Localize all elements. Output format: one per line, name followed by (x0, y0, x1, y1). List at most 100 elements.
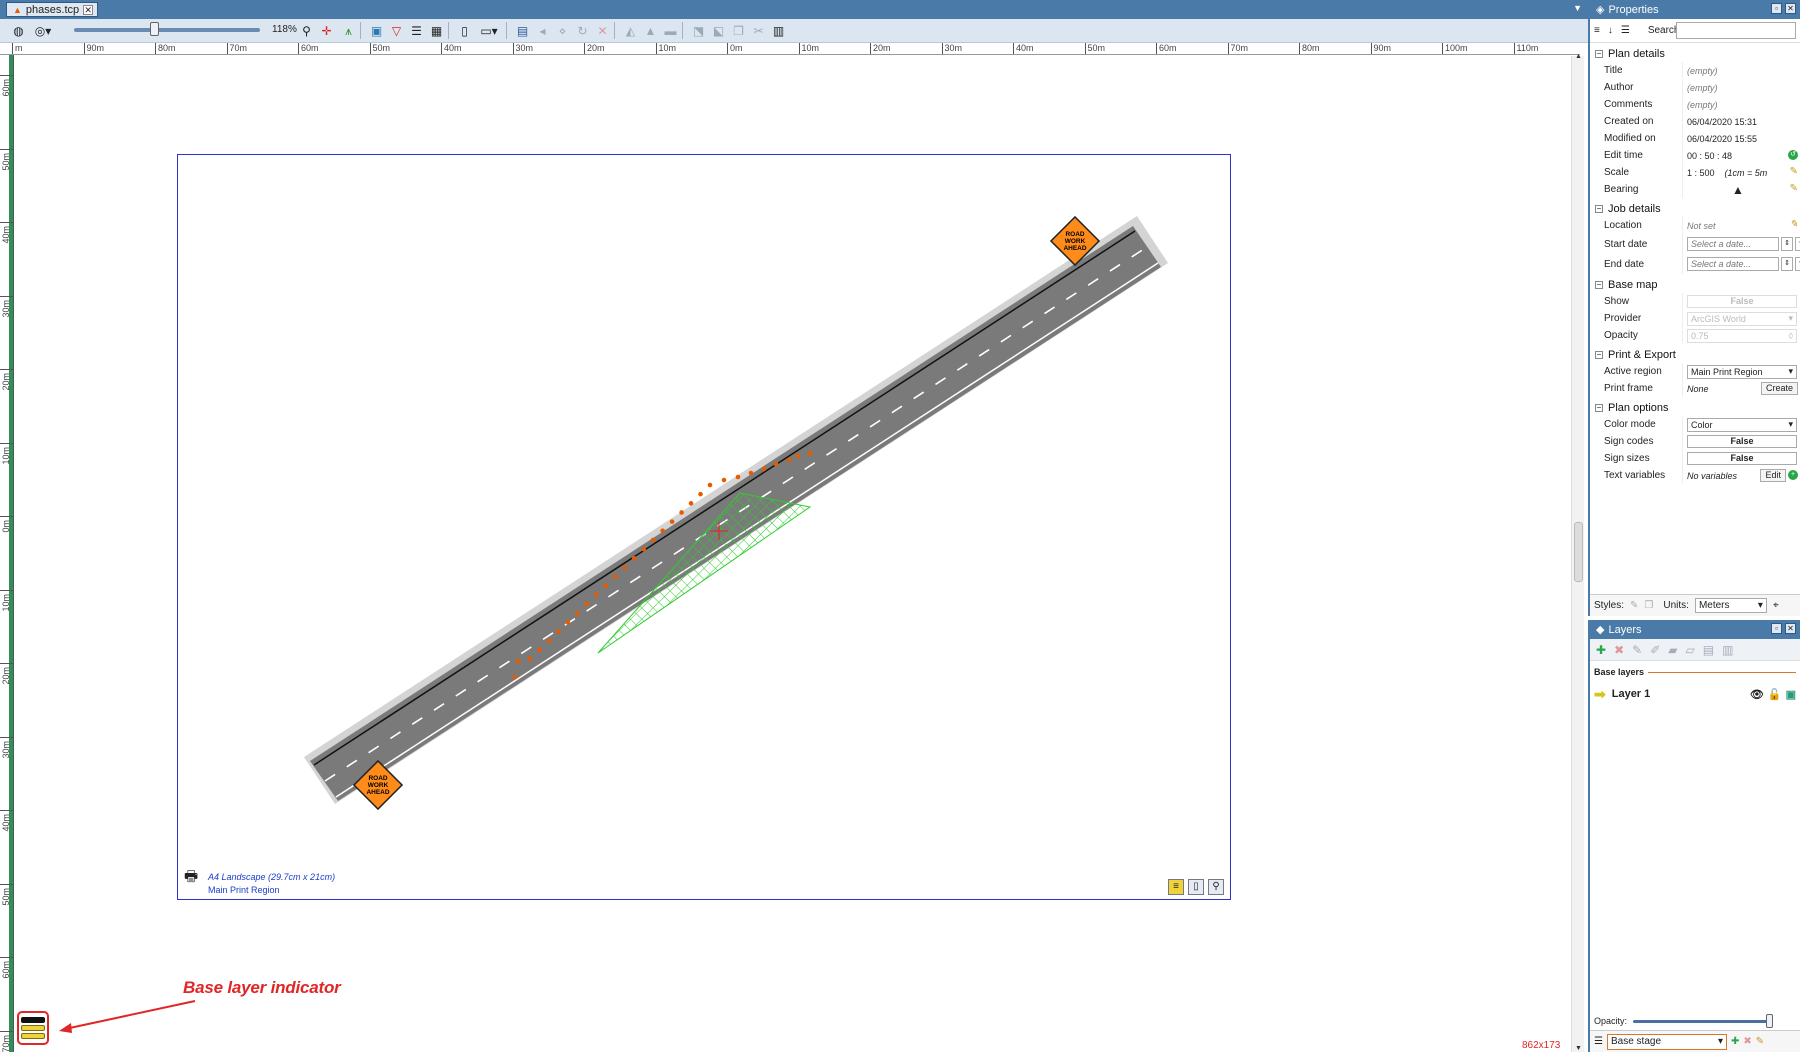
start-date-input[interactable]: Select a date... (1687, 237, 1779, 251)
brush-icon[interactable]: ✎ (1630, 600, 1638, 611)
search-input[interactable] (1676, 22, 1796, 39)
traffic-cone[interactable] (735, 474, 741, 480)
add-stage-icon[interactable]: ✚ (1731, 1036, 1739, 1047)
traffic-cone[interactable] (575, 610, 580, 616)
reset-icon[interactable]: ↺ (1788, 150, 1798, 160)
scroll-down-icon[interactable]: ▼ (1575, 1045, 1582, 1052)
filter-icon[interactable]: ▽ (388, 22, 405, 39)
zoom-slider-thumb[interactable] (150, 22, 159, 36)
printer-icon[interactable]: 🖶 (184, 866, 198, 891)
insert-icon[interactable]: ▤ (514, 22, 531, 39)
copy-icon[interactable]: ❐ (730, 22, 747, 39)
end-date-input[interactable]: Select a date... (1687, 257, 1779, 271)
traffic-cone[interactable] (773, 461, 779, 467)
measure-icon[interactable]: ⌖ (1773, 600, 1779, 611)
edit-pencil-icon[interactable]: ✎ (1790, 166, 1798, 177)
page-zoom-icon[interactable]: ⚲ (1208, 879, 1224, 895)
redo-icon[interactable]: ↻ (574, 22, 591, 39)
create-button[interactable]: Create (1760, 382, 1798, 395)
dropdown-icon[interactable]: ▾ (1795, 257, 1800, 271)
list-icon[interactable]: ☰ (408, 22, 425, 39)
prop-active-region[interactable]: Active region Main Print Region ▾ (1590, 363, 1800, 380)
traffic-cone[interactable] (679, 510, 684, 515)
section-base-map[interactable]: − Base map (1590, 276, 1800, 293)
page-icon[interactable]: ▯ (456, 22, 473, 39)
traffic-cone[interactable] (556, 629, 561, 634)
float-icon[interactable]: ▫ (1771, 623, 1782, 634)
scrollbar-thumb[interactable] (1574, 522, 1583, 582)
prop-comments[interactable]: Comments (empty) (1590, 96, 1800, 113)
section-job-details[interactable]: − Job details (1590, 200, 1800, 217)
prop-text-variables[interactable]: Text variables No variables Edit + (1590, 467, 1800, 484)
prop-sign-codes[interactable]: Sign codes False (1590, 433, 1800, 450)
prop-author[interactable]: Author (empty) (1590, 79, 1800, 96)
prop-provider[interactable]: Provider ArcGIS World ▾ (1590, 310, 1800, 327)
prop-opacity[interactable]: Opacity 0.75 ◊ (1590, 327, 1800, 344)
traffic-cone[interactable] (631, 555, 637, 561)
traffic-cone[interactable] (515, 658, 521, 664)
float-icon[interactable]: ▫ (1771, 3, 1782, 14)
grid-icon[interactable]: ▦ (428, 22, 445, 39)
traffic-cone[interactable] (660, 528, 665, 534)
eye-icon[interactable]: 👁 (1750, 688, 1764, 701)
globe-icon[interactable]: ◍ (10, 22, 27, 39)
traffic-cone[interactable] (650, 537, 656, 543)
distribute-icon[interactable]: ▲ (642, 22, 659, 39)
layer-up-icon[interactable]: ⬔ (690, 22, 707, 39)
document-tab[interactable]: ▲ phases.tcp ✕ (6, 2, 99, 17)
traffic-cone[interactable] (546, 638, 552, 643)
traffic-cone[interactable] (622, 565, 628, 570)
close-tab-icon[interactable]: ✕ (83, 4, 94, 15)
edit-pencil-icon[interactable]: ✎ (1790, 219, 1798, 230)
traffic-cone[interactable] (584, 601, 590, 607)
traffic-cone[interactable] (565, 620, 571, 625)
zoom-slider[interactable] (74, 28, 260, 32)
plan-canvas[interactable]: ROAD WORK AHEAD ROAD WORK AHEAD 🖶 A4 Lan… (15, 56, 1571, 1052)
layers-icon[interactable]: ≡ (1168, 879, 1184, 895)
view-mode-dropdown-icon[interactable]: ◎▾ (30, 22, 56, 39)
layer-style-icon[interactable]: ✐ (1650, 643, 1660, 657)
edit-button[interactable]: Edit (1760, 469, 1786, 482)
traffic-cone[interactable] (748, 470, 754, 476)
layer-down-icon[interactable]: ▱ (1685, 643, 1694, 657)
layer-merge-icon[interactable]: ▤ (1703, 643, 1714, 657)
group-icon[interactable]: ⋄ (554, 22, 571, 39)
traffic-cone[interactable] (603, 583, 609, 589)
paste-icon[interactable]: ▥ (770, 22, 787, 39)
layer-row[interactable]: ➡ Layer 1 👁 🔓 ▣ (1590, 683, 1800, 705)
delete-icon[interactable]: ✕ (594, 22, 611, 39)
layer-name[interactable]: Layer 1 (1612, 688, 1651, 700)
traffic-cone[interactable] (527, 656, 533, 662)
prop-print-frame[interactable]: Print frame None Create (1590, 380, 1800, 397)
traffic-cone[interactable] (537, 647, 542, 653)
move-back-icon[interactable]: ◂ (534, 22, 551, 39)
base-layer-indicator[interactable] (17, 1011, 49, 1045)
zoom-search-icon[interactable]: ⚲ (298, 22, 315, 39)
traffic-cone[interactable] (698, 491, 703, 497)
layer-down-icon[interactable]: ⬕ (710, 22, 727, 39)
list-icon[interactable]: ☰ (1621, 25, 1630, 36)
section-plan-options[interactable]: − Plan options (1590, 399, 1800, 416)
remove-layer-icon[interactable]: ✖ (1614, 643, 1624, 657)
prop-bearing[interactable]: Bearing ▲ ✎ (1590, 181, 1800, 198)
units-select[interactable]: Meters ▾ (1694, 598, 1767, 613)
print-region[interactable]: ROAD WORK AHEAD ROAD WORK AHEAD 🖶 A4 Lan… (177, 154, 1231, 900)
traffic-cone[interactable] (795, 453, 801, 459)
page-layout-dropdown-icon[interactable]: ▭▾ (476, 22, 502, 39)
style-copy-icon[interactable]: ❐ (1644, 600, 1653, 611)
layer-delete-icon[interactable]: ▥ (1722, 643, 1733, 657)
traffic-cone[interactable] (721, 477, 727, 483)
prop-end-date[interactable]: End dateSelect a date...⇕▾ (1590, 254, 1800, 274)
spin-icon[interactable]: ⇕ (1781, 257, 1793, 271)
north-arrow-icon[interactable]: ⩚ (340, 22, 357, 39)
vertical-scrollbar[interactable]: ▲ ▼ (1571, 53, 1584, 1052)
section-plan-details[interactable]: − Plan details (1590, 45, 1800, 62)
cut-icon[interactable]: ✂ (750, 22, 767, 39)
prop-start-date[interactable]: Start dateSelect a date...⇕▾ (1590, 234, 1800, 254)
prop-scale[interactable]: Scale 1 : 500 (1cm = 5m ✎ (1590, 164, 1800, 181)
traffic-cone[interactable] (612, 574, 618, 579)
align-icon[interactable]: ◭ (622, 22, 639, 39)
remove-stage-icon[interactable]: ✖ (1743, 1036, 1751, 1047)
traffic-cone[interactable] (761, 466, 767, 472)
stage-select[interactable]: Base stage ▾ (1606, 1033, 1727, 1050)
